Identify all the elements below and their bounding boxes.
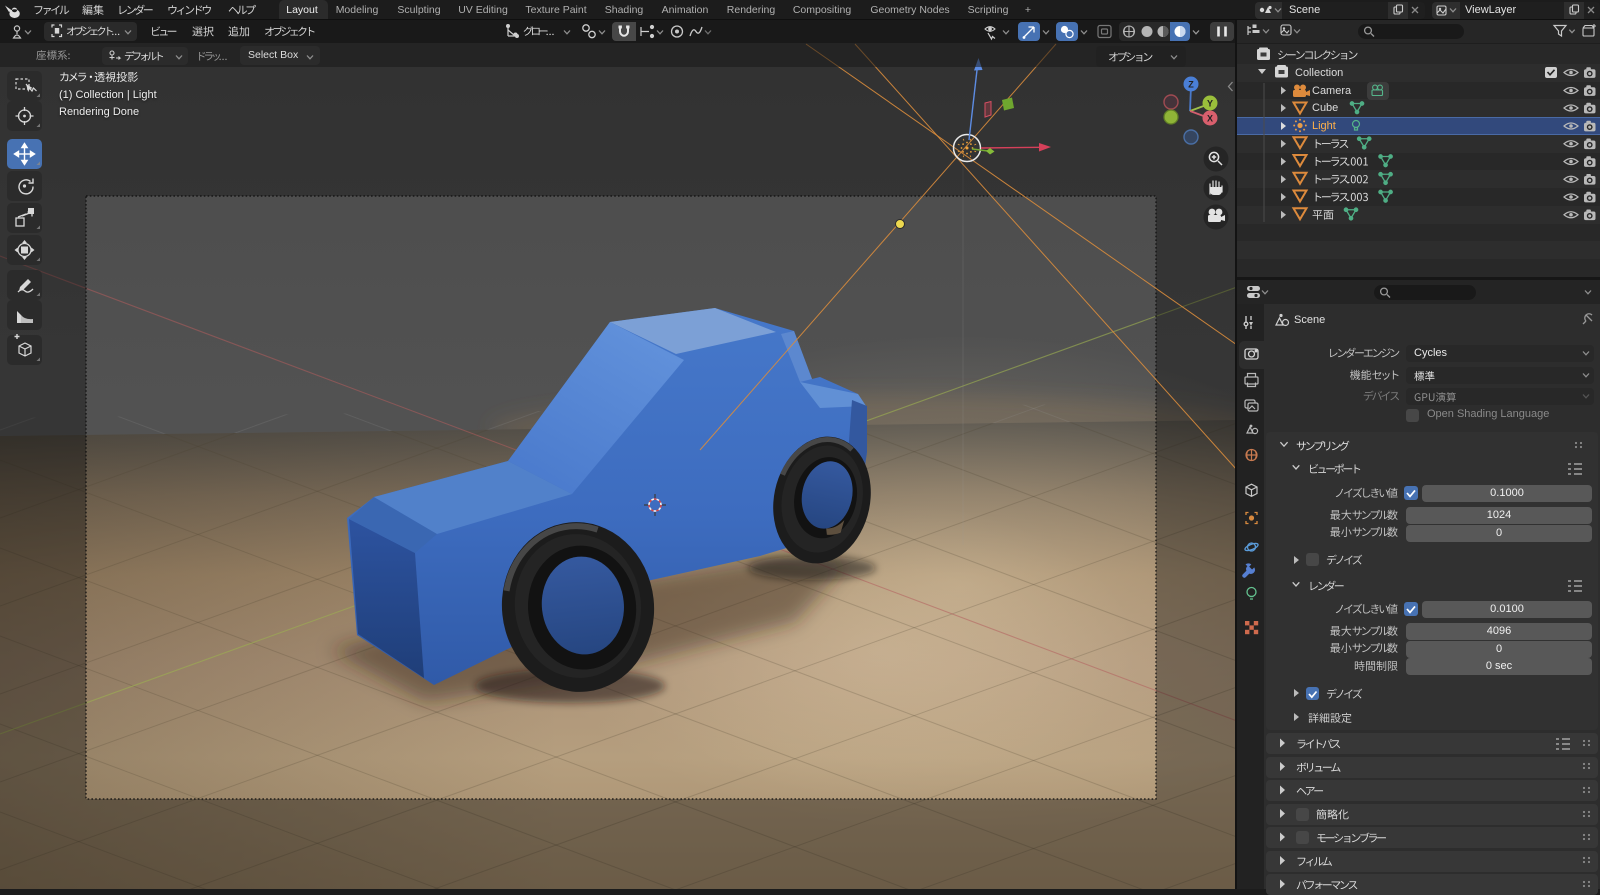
svg-text:Z: Z bbox=[1188, 80, 1194, 90]
svg-text:Y: Y bbox=[1207, 99, 1213, 109]
svg-text:X: X bbox=[1207, 114, 1213, 124]
